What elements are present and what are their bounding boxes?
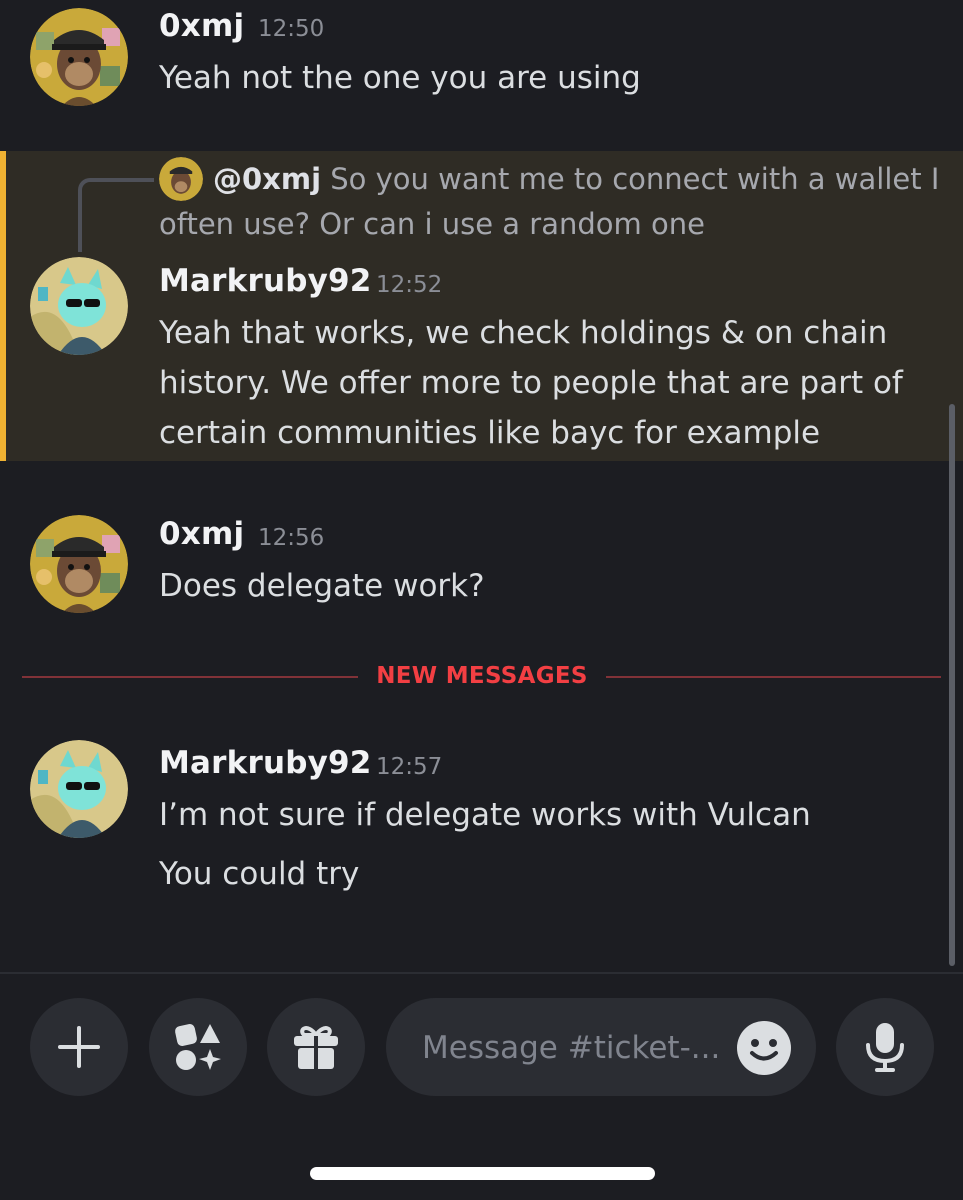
reply-avatar-0xmj bbox=[159, 157, 203, 201]
message-composer[interactable] bbox=[386, 998, 816, 1096]
voice-message-button[interactable] bbox=[836, 998, 934, 1096]
gift-button[interactable] bbox=[267, 998, 365, 1096]
message-text: You could try bbox=[159, 856, 360, 892]
microphone-icon bbox=[866, 1023, 904, 1072]
message-timestamp: 12:50 bbox=[258, 16, 325, 42]
divider-line-left bbox=[22, 676, 358, 678]
reply-connector bbox=[78, 178, 154, 252]
divider-line-right bbox=[606, 676, 941, 678]
add-attachment-button[interactable] bbox=[30, 998, 128, 1096]
message-text: Yeah that works, we check holdings & on … bbox=[159, 315, 903, 451]
message-author[interactable]: 0xmj bbox=[159, 516, 244, 552]
message-text: Does delegate work? bbox=[159, 568, 485, 604]
message-text: I’m not sure if delegate works with Vulc… bbox=[159, 797, 811, 833]
reply-mention[interactable]: @0xmj bbox=[213, 162, 321, 196]
avatar-markruby92[interactable] bbox=[30, 257, 128, 355]
mention-highlight-bar bbox=[0, 151, 6, 461]
composer-separator bbox=[0, 972, 963, 974]
avatar-markruby92[interactable] bbox=[30, 740, 128, 838]
message-author[interactable]: Markruby92 bbox=[159, 745, 372, 781]
reply-preview[interactable]: @0xmj So you want me to connect with a w… bbox=[159, 157, 949, 247]
avatar-0xmj[interactable] bbox=[30, 8, 128, 106]
message-timestamp: 12:56 bbox=[258, 525, 325, 551]
chat-scrollbar[interactable] bbox=[949, 404, 955, 966]
message-input[interactable] bbox=[420, 1022, 744, 1074]
emoji-button[interactable] bbox=[736, 1020, 792, 1076]
message-text: Yeah not the one you are using bbox=[159, 60, 641, 96]
gift-icon bbox=[294, 1026, 338, 1069]
message-author[interactable]: Markruby92 bbox=[159, 263, 372, 299]
apps-icon bbox=[175, 1024, 221, 1070]
emoji-icon bbox=[737, 1021, 791, 1075]
message-timestamp: 12:57 bbox=[376, 754, 443, 780]
message-timestamp: 12:52 bbox=[376, 272, 443, 298]
apps-button[interactable] bbox=[149, 998, 247, 1096]
chat-screen: 0xmj 12:50 Yeah not the one you are usin… bbox=[0, 0, 963, 1200]
plus-icon bbox=[58, 1026, 100, 1068]
new-messages-label: NEW MESSAGES bbox=[376, 663, 588, 689]
message-author[interactable]: 0xmj bbox=[159, 8, 244, 44]
home-indicator[interactable] bbox=[310, 1167, 655, 1180]
avatar-0xmj[interactable] bbox=[30, 515, 128, 613]
